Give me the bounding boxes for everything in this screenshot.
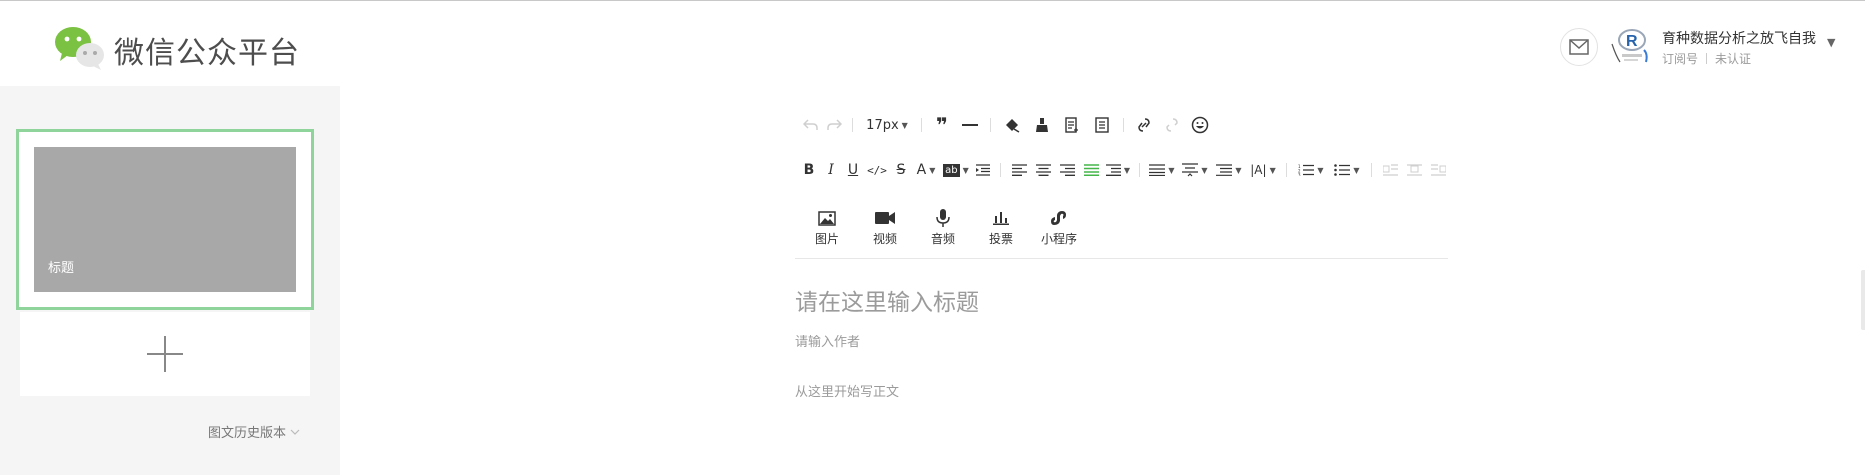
letter-spacing-icon[interactable]: |A| ▼ bbox=[1246, 159, 1280, 181]
template-insert-icon[interactable] bbox=[1057, 114, 1087, 136]
image-icon bbox=[818, 208, 836, 228]
toolbar-separator bbox=[1286, 163, 1287, 177]
account-name[interactable]: 育种数据分析之放飞自我 bbox=[1662, 28, 1816, 48]
brand-title[interactable]: 微信公众平台 bbox=[114, 28, 300, 72]
chevron-down-icon bbox=[290, 429, 300, 435]
poll-icon bbox=[993, 208, 1009, 228]
caret-down-icon: ▼ bbox=[962, 165, 969, 175]
article-list-panel: 标题 图文历史版本 bbox=[0, 86, 340, 475]
toolbar-separator bbox=[921, 118, 922, 132]
history-label: 图文历史版本 bbox=[208, 426, 287, 441]
caret-down-icon: ▼ bbox=[1269, 165, 1276, 175]
align-justify-icon[interactable] bbox=[1079, 159, 1103, 181]
insert-poll-label: 投票 bbox=[988, 232, 1013, 246]
align-right-icon[interactable] bbox=[1055, 159, 1079, 181]
toolbar-separator bbox=[1123, 118, 1124, 132]
insert-audio-label: 音频 bbox=[930, 232, 955, 246]
blockquote-icon[interactable]: ❞ bbox=[928, 113, 956, 137]
code-icon[interactable]: </> bbox=[864, 159, 890, 181]
plus-icon bbox=[147, 336, 183, 372]
body-editor[interactable]: 从这里开始写正文 bbox=[795, 381, 1435, 400]
verification-status: 未认证 bbox=[1715, 52, 1752, 66]
article-cover: 标题 bbox=[34, 147, 296, 292]
indent-level-icon[interactable]: ▼ bbox=[1212, 159, 1246, 181]
svg-text:3: 3 bbox=[1298, 173, 1301, 177]
toolbar-row-2: B I U </> S A ▼ ab ▼ ▼ ▼ ▼ ▼ |A| ▼ 1 2 3 ▼ ▼ bbox=[798, 159, 1450, 181]
history-versions-link[interactable]: 图文历史版本 bbox=[208, 422, 300, 441]
mail-icon bbox=[1569, 39, 1589, 55]
unordered-list-icon[interactable]: ▼ bbox=[1329, 159, 1365, 181]
font-size-value: 17px bbox=[866, 117, 899, 133]
link-icon[interactable] bbox=[1130, 114, 1158, 136]
indent-icon[interactable] bbox=[972, 159, 994, 181]
template-icon[interactable] bbox=[1087, 114, 1117, 136]
format-painter-icon[interactable] bbox=[997, 114, 1027, 136]
float-left-icon[interactable] bbox=[1378, 159, 1402, 181]
undo-icon[interactable] bbox=[798, 114, 822, 136]
caret-down-icon: ▼ bbox=[901, 120, 908, 130]
title-input[interactable] bbox=[795, 290, 1435, 316]
caret-down-icon: ▼ bbox=[1123, 165, 1131, 175]
caret-down-icon: ▼ bbox=[1168, 165, 1175, 175]
unlink-icon[interactable] bbox=[1158, 114, 1186, 136]
toolbar-separator bbox=[852, 118, 853, 132]
wechat-logo-icon bbox=[55, 27, 104, 70]
line-spacing-icon[interactable]: ▼ bbox=[1178, 159, 1212, 181]
italic-icon[interactable]: I bbox=[820, 159, 842, 181]
right-edge-tab[interactable] bbox=[1861, 270, 1865, 330]
author-input[interactable] bbox=[795, 335, 1195, 350]
bold-icon[interactable]: B bbox=[798, 159, 820, 181]
redo-icon[interactable] bbox=[822, 114, 846, 136]
account-type: 订阅号 bbox=[1662, 52, 1699, 66]
ordered-list-icon[interactable]: 1 2 3 ▼ bbox=[1293, 159, 1329, 181]
emoji-icon[interactable] bbox=[1186, 114, 1214, 136]
paragraph-spacing-icon[interactable]: ▼ bbox=[1146, 159, 1178, 181]
horizontal-rule-icon[interactable] bbox=[956, 114, 984, 136]
toolbar-separator bbox=[1000, 163, 1001, 177]
toolbar-separator bbox=[1371, 163, 1372, 177]
toolbar-separator bbox=[990, 118, 991, 132]
caret-down-icon: ▼ bbox=[1353, 165, 1360, 175]
font-color-icon[interactable]: A ▼ bbox=[912, 159, 940, 181]
underline-icon[interactable]: U bbox=[842, 159, 864, 181]
align-center-icon[interactable] bbox=[1031, 159, 1055, 181]
background-color-icon[interactable]: ab ▼ bbox=[940, 159, 972, 181]
insert-audio-button[interactable]: 音频 bbox=[914, 208, 972, 247]
caret-down-icon: ▼ bbox=[1235, 165, 1242, 175]
article-card-selected[interactable]: 标题 bbox=[16, 129, 314, 310]
add-article-button[interactable] bbox=[20, 312, 310, 396]
float-right-icon[interactable] bbox=[1426, 159, 1450, 181]
microphone-icon bbox=[936, 208, 950, 228]
font-size-select[interactable]: 17px ▼ bbox=[859, 114, 915, 136]
insert-video-label: 视频 bbox=[872, 232, 897, 246]
outdent-icon[interactable]: ▼ bbox=[1103, 159, 1133, 181]
strikethrough-icon[interactable]: S bbox=[890, 159, 912, 181]
insert-poll-button[interactable]: 投票 bbox=[972, 208, 1030, 247]
video-icon bbox=[875, 208, 895, 228]
caret-down-icon: ▼ bbox=[1201, 165, 1208, 175]
toolbar-separator bbox=[1139, 163, 1140, 177]
meta-divider bbox=[1706, 53, 1708, 64]
insert-image-button[interactable]: 图片 bbox=[798, 208, 856, 247]
float-none-icon[interactable] bbox=[1402, 159, 1426, 181]
clear-format-icon[interactable] bbox=[1027, 114, 1057, 136]
insert-miniprogram-label: 小程序 bbox=[1040, 232, 1077, 246]
account-avatar[interactable]: R bbox=[1610, 26, 1652, 66]
caret-down-icon: ▼ bbox=[929, 165, 936, 175]
insert-video-button[interactable]: 视频 bbox=[856, 208, 914, 247]
insert-image-label: 图片 bbox=[814, 232, 839, 246]
header: 微信公众平台 R 育种数据分析之放飞自我 订阅号 未认证 ▼ bbox=[0, 4, 1865, 86]
insert-miniprogram-button[interactable]: 小程序 bbox=[1030, 208, 1088, 247]
svg-text:R: R bbox=[1626, 33, 1638, 50]
message-button[interactable] bbox=[1560, 28, 1598, 66]
article-cover-title: 标题 bbox=[48, 261, 75, 276]
account-meta: 订阅号 未认证 bbox=[1662, 50, 1751, 67]
caret-down-icon: ▼ bbox=[1317, 165, 1324, 175]
editor-divider bbox=[795, 258, 1448, 259]
toolbar-row-1: 17px ▼ ❞ bbox=[798, 113, 1214, 137]
account-dropdown-icon[interactable]: ▼ bbox=[1827, 36, 1835, 49]
miniprogram-icon bbox=[1051, 208, 1067, 228]
insert-toolbar: 图片 视频 音频 投票 小程序 bbox=[798, 208, 1088, 247]
align-left-icon[interactable] bbox=[1007, 159, 1031, 181]
